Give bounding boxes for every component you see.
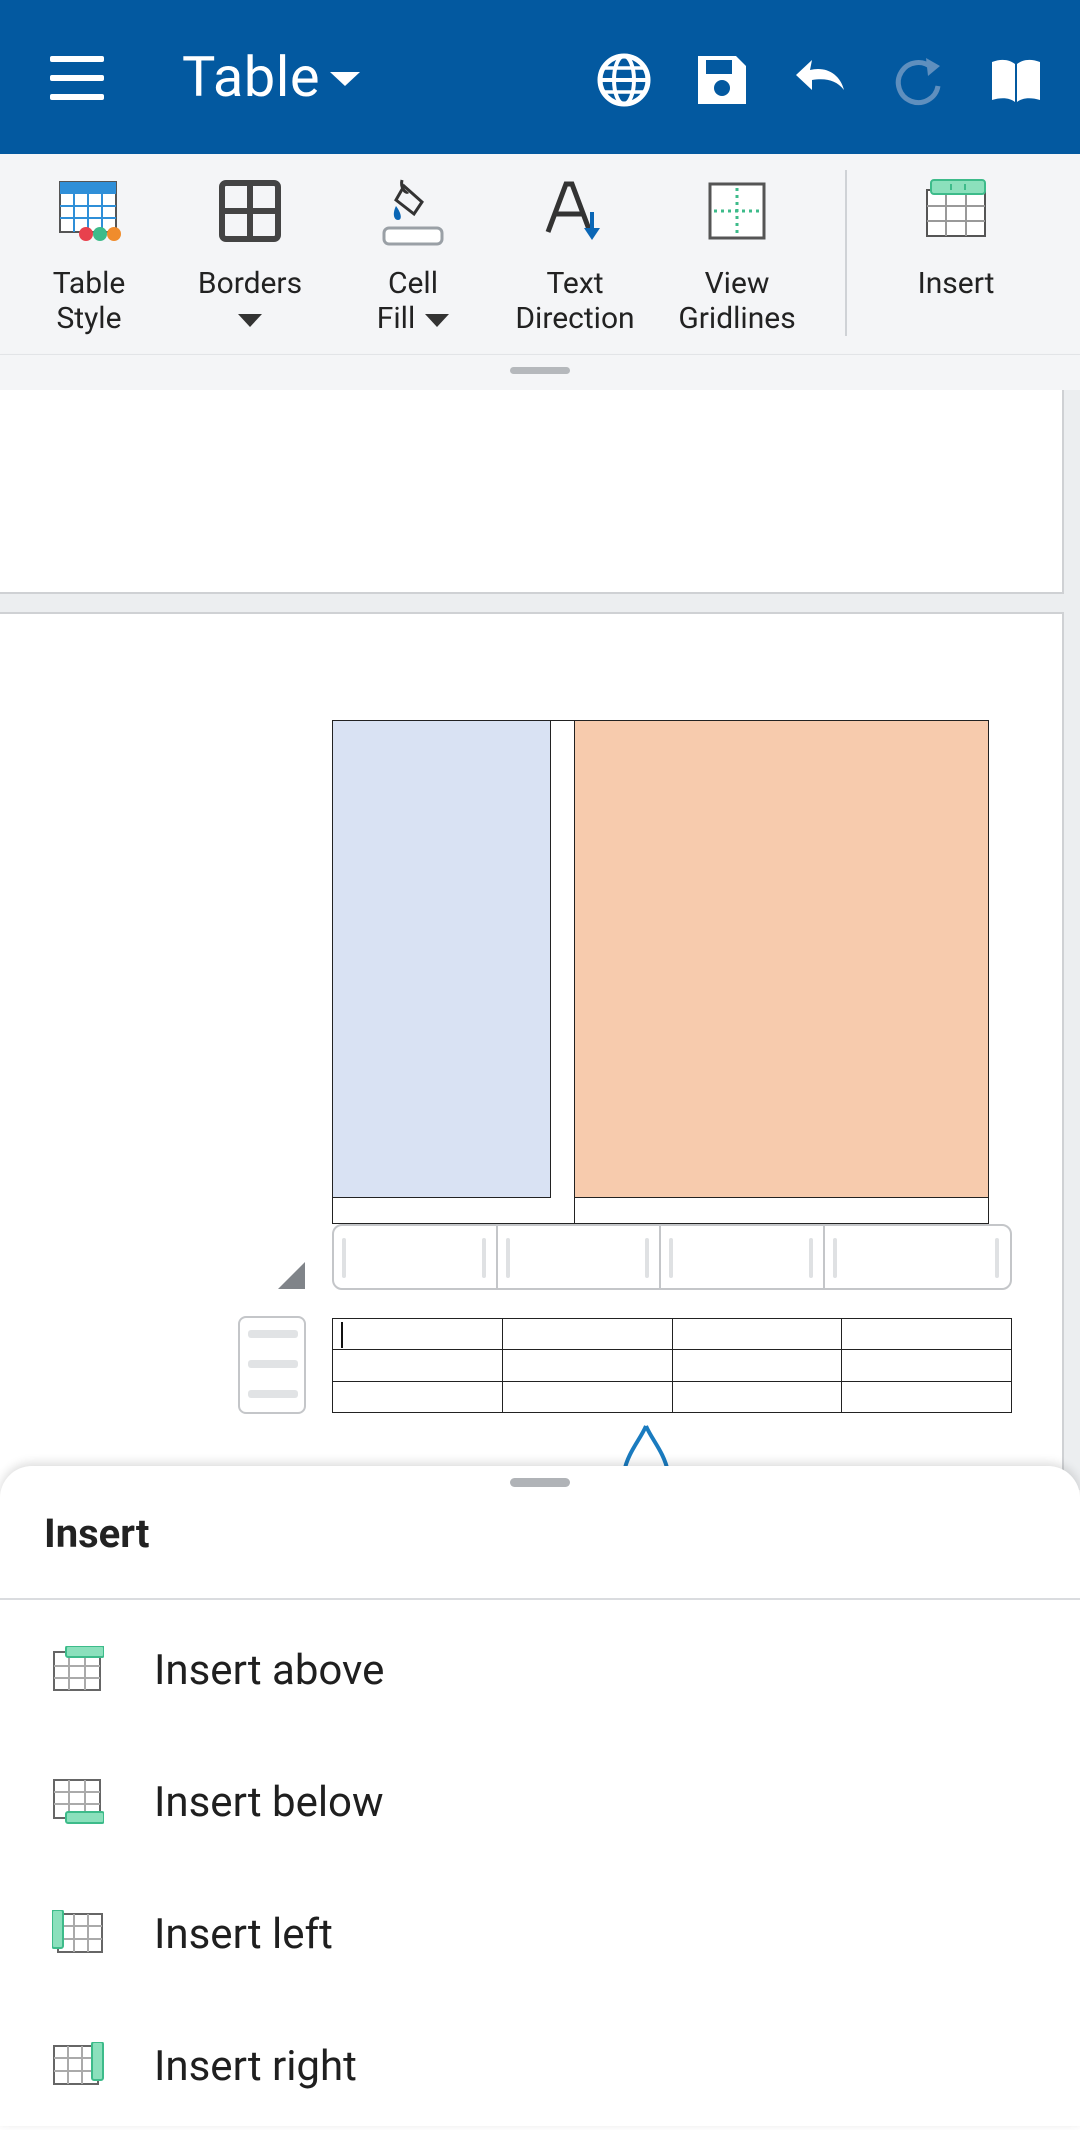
text-direction-button[interactable]: Text Direction [500,176,650,336]
column-handle[interactable] [498,1226,661,1288]
table-select-handle[interactable] [278,1262,305,1289]
sheet-title: Insert [44,1510,150,1557]
view-mode-title[interactable]: Table [182,44,320,110]
table-cell[interactable] [671,1317,843,1351]
column-handle[interactable] [825,1226,1009,1288]
ribbon-divider [845,170,847,336]
ribbon-label: Style [56,301,122,336]
ribbon-label: Fill [376,301,416,336]
table-cell[interactable] [841,1380,1012,1414]
redo-icon [895,58,941,106]
insert-below-label: Insert below [154,1778,384,1827]
table-cell[interactable] [551,721,575,1225]
sheet-drag-handle[interactable] [510,1478,570,1487]
insert-table-icon [926,179,986,237]
table-cell[interactable] [332,1380,503,1414]
table-style-button[interactable]: Table Style [14,176,164,336]
insert-right-item[interactable]: Insert right [0,1998,1080,2130]
document-page[interactable] [0,390,1064,594]
table-cell[interactable] [501,1380,673,1414]
insert-button[interactable]: Insert [881,176,1031,301]
ribbon-label: Gridlines [678,301,796,336]
ribbon-label: Cell [387,266,439,301]
insert-above-label: Insert above [154,1646,385,1695]
text-direction-icon [545,181,600,240]
insert-above-icon [53,1646,104,1691]
column-handle[interactable] [334,1226,498,1288]
table-cell[interactable] [841,1349,1012,1382]
insert-left-icon [52,1910,103,1953]
borders-button[interactable]: Borders [175,176,325,336]
cursor-handle-icon[interactable] [618,1422,674,1472]
divider [0,1598,1080,1600]
cell-fill-icon [382,179,444,246]
table-cell[interactable] [501,1317,673,1351]
table-colored[interactable] [332,720,989,1225]
cell-fill-button[interactable]: Cell Fill [338,176,488,336]
ribbon-label: Borders [197,266,303,301]
insert-right-icon [53,2042,104,2085]
globe-icon[interactable] [596,52,652,108]
table-cell[interactable] [332,1317,503,1351]
chevron-down-icon [425,313,450,327]
column-handle[interactable] [661,1226,825,1288]
ribbon-label: Direction [515,301,635,336]
view-gridlines-button[interactable]: View Gridlines [662,176,812,336]
table-cell[interactable] [332,1349,503,1382]
row-handles[interactable] [238,1316,306,1414]
table-cell[interactable] [501,1349,673,1382]
table-cell[interactable] [671,1349,843,1382]
read-mode-icon[interactable] [988,52,1044,108]
borders-icon [219,180,281,242]
view-gridlines-icon [708,182,766,240]
table-cell[interactable] [333,721,551,1198]
menu-icon[interactable] [50,56,104,100]
ribbon-label: Text [546,266,604,301]
ribbon-label: View [704,266,770,301]
column-handles[interactable] [332,1224,1012,1290]
chevron-down-icon [238,313,262,327]
text-cursor [341,1322,343,1348]
insert-below-icon [53,1779,104,1824]
table-style-icon [59,181,121,241]
chevron-down-icon[interactable] [330,72,360,86]
insert-left-label: Insert left [154,1910,333,1959]
undo-icon[interactable] [792,52,848,108]
save-icon[interactable] [694,52,750,108]
top-app-bar: Table [0,0,1080,154]
table-cell[interactable] [575,721,988,1198]
insert-below-item[interactable]: Insert below [0,1734,1080,1866]
ribbon-collapse-handle[interactable] [510,367,570,374]
insert-left-item[interactable]: Insert left [0,1866,1080,1998]
ribbon-toolbar: Table Style Borders Cell Fill Text Direc… [0,154,1080,390]
ribbon-label: Insert [917,266,995,301]
ribbon-label: Table [52,266,126,301]
table-cell[interactable] [841,1317,1012,1351]
table-cell[interactable] [671,1380,843,1414]
insert-above-item[interactable]: Insert above [0,1602,1080,1734]
insert-right-label: Insert right [154,2042,357,2091]
table-empty[interactable] [332,1317,1012,1414]
